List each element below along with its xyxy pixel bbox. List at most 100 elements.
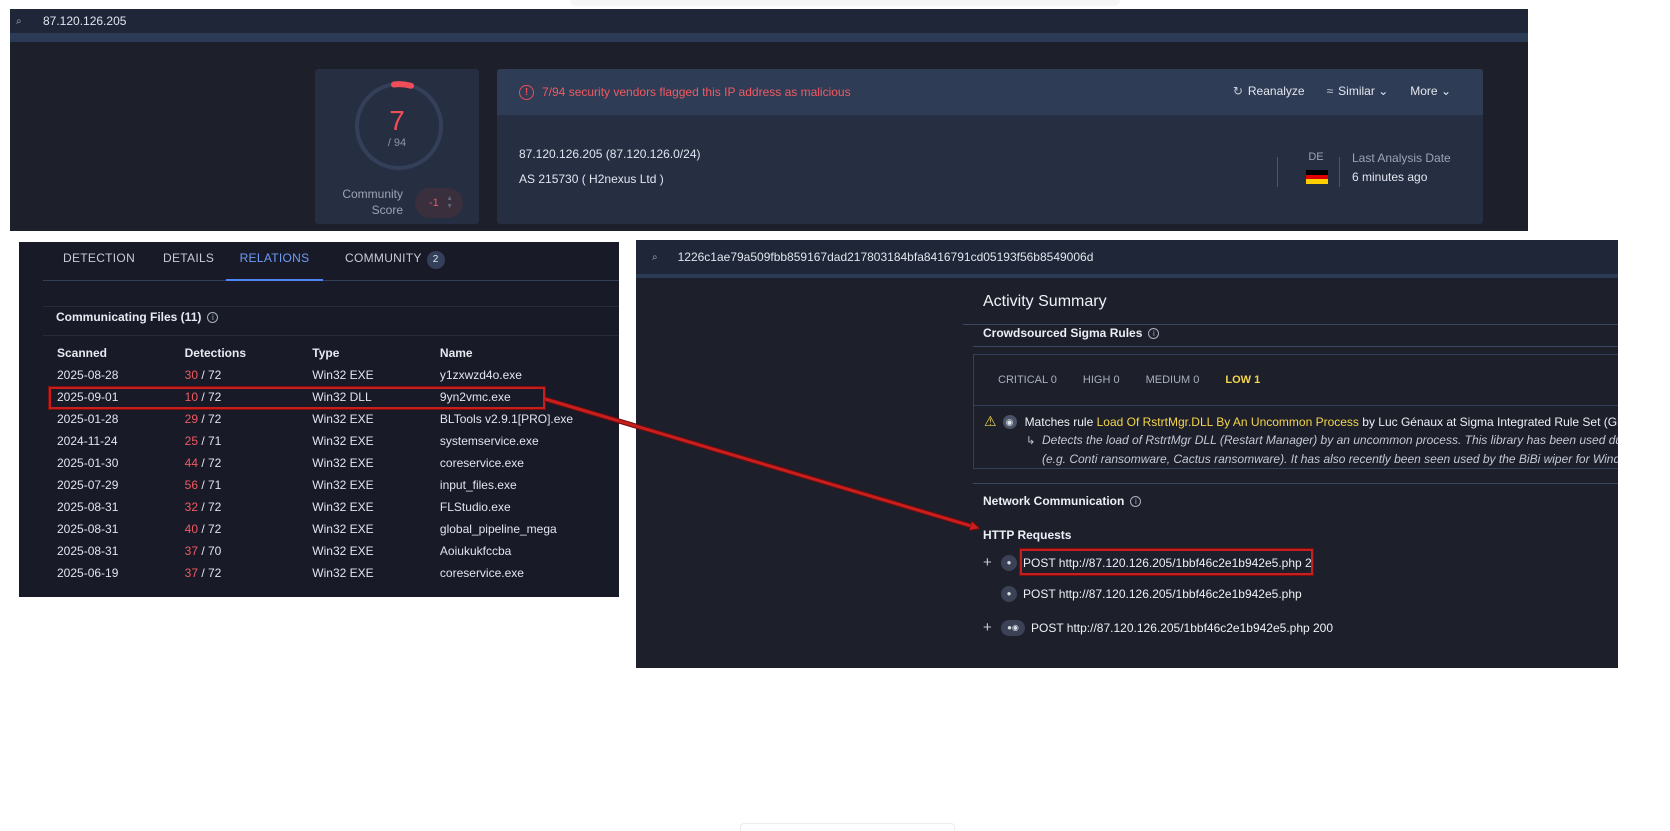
info-icon[interactable]: i (1148, 328, 1160, 339)
community-score-control[interactable]: -1 ▲ ▼ (415, 188, 463, 218)
filter-low[interactable]: LOW 1 (1225, 374, 1260, 386)
file-name-cell[interactable]: input_files.exe (440, 474, 619, 496)
chevron-down-icon: ⌄ (1378, 84, 1389, 98)
expand-icon[interactable]: + (983, 619, 1001, 636)
scanned-date-cell: 2024-11-24 (57, 434, 118, 448)
scanned-date-cell: 2025-08-28 (57, 368, 119, 382)
filter-critical[interactable]: CRITICAL 0 (998, 374, 1057, 386)
table-row[interactable]: 2025-08-28 30 / 72 Win32 EXE y1zxwzd4o.exe (57, 364, 619, 386)
table-row[interactable]: 2025-07-29 56 / 71 Win32 EXE input_files.ex… (57, 474, 619, 496)
detection-count: 56 (184, 478, 198, 492)
table-row[interactable]: 2025-08-31 32 / 72 Win32 EXE FLStudio.exe (57, 496, 619, 518)
type-cell: Win32 EXE (312, 566, 374, 580)
tab-relations[interactable]: RELATIONS (226, 242, 323, 281)
tab-detection[interactable]: DETECTION (63, 242, 135, 281)
file-name-cell[interactable]: coreservice.exe (440, 562, 619, 584)
file-name-cell[interactable]: global_pipeline_mega (440, 518, 619, 540)
file-name-cell[interactable]: coreservice.exe (440, 452, 619, 474)
expand-icon[interactable]: + (983, 554, 1001, 571)
severity-filters: CRITICAL 0 HIGH 0 MEDIUM 0 LOW 1 (998, 374, 1260, 386)
more-button[interactable]: More ⌄ (1410, 84, 1451, 98)
divider (43, 335, 619, 336)
file-name-cell[interactable]: Aoiukukfccba (440, 540, 619, 562)
hash-search-input[interactable]: 1226c1ae79a509fbb859167dad217803184bfa84… (678, 250, 1094, 264)
file-name-cell[interactable]: systemservice.exe (440, 430, 619, 452)
detection-count: 29 (184, 412, 198, 426)
detection-count: 30 (184, 368, 198, 382)
divider (973, 483, 1618, 484)
file-name-cell[interactable]: y1zxwzd4o.exe (440, 364, 619, 386)
reanalyze-button[interactable]: ↻ Reanalyze (1233, 84, 1305, 98)
refresh-icon: ↻ (1232, 84, 1243, 98)
scanned-date-cell: 2025-07-29 (57, 478, 119, 492)
type-cell: Win32 EXE (312, 544, 374, 558)
community-score-value: -1 (429, 197, 439, 209)
detection-total: / 71 (198, 434, 222, 448)
table-row[interactable]: 2025-01-28 29 / 72 Win32 EXE BLTools v2.9.1… (57, 408, 619, 430)
http-request-url: POST http://87.120.126.205/1bbf46c2e1b94… (1023, 587, 1302, 601)
germany-flag-icon (1306, 170, 1328, 184)
http-request-url: POST http://87.120.126.205/1bbf46c2e1b94… (1031, 620, 1334, 635)
table-row[interactable]: 2025-06-19 37 / 72 Win32 EXE coreservice.ex… (57, 562, 619, 584)
rule-description-line-1: Detects the load of RstrtMgr DLL (Restar… (1042, 433, 1618, 447)
table-row[interactable]: 2025-08-31 40 / 72 Win32 EXE global_pipelin… (57, 518, 619, 540)
detection-total: / 72 (198, 566, 222, 580)
detection-total: / 72 (198, 522, 222, 536)
alert-text: 7/94 security vendors flagged this IP ad… (542, 85, 851, 99)
activity-summary-title: Activity Summary (983, 293, 1107, 310)
sigma-rules-title: Crowdsourced Sigma Rules i (983, 326, 1160, 340)
similar-button[interactable]: ≈ Similar ⌄ (1327, 84, 1389, 98)
http-request-row[interactable]: ● POST http://87.120.126.205/1bbf46c2e1b… (983, 586, 1302, 602)
communicating-files-table: Scanned Detections Type Name 2025-08-28 3… (57, 342, 619, 584)
detections-cell: 40 / 72 (185, 518, 313, 540)
alert-icon: ! (519, 84, 534, 100)
process-icon: ● (1001, 586, 1017, 602)
table-row[interactable]: 2025-08-31 37 / 70 Win32 EXE Aoiukukfccba (57, 540, 619, 562)
scanned-date-cell: 2025-08-31 (57, 544, 119, 558)
report-actions: ↻ Reanalyze ≈ Similar ⌄ More ⌄ (1233, 84, 1451, 98)
table-row[interactable]: 2024-11-24 25 / 71 Win32 EXE systemservice.… (57, 430, 619, 452)
eye-icon[interactable]: ◉ (1002, 414, 1017, 429)
info-icon[interactable]: i (207, 312, 219, 323)
filter-medium[interactable]: MEDIUM 0 (1146, 374, 1200, 386)
file-name-cell[interactable]: FLStudio.exe (440, 496, 619, 518)
background-page-edge (570, 0, 1120, 6)
rule-author: by Luc Génaux at Sigma Integrated Rule S… (1362, 414, 1618, 429)
divider (1277, 157, 1278, 187)
divider (973, 346, 1618, 347)
file-name-cell[interactable]: BLTools v2.9.1[PRO].exe (440, 408, 619, 430)
vote-arrows-icon[interactable]: ▲ ▼ (446, 195, 453, 211)
detections-cell: 37 / 72 (185, 562, 313, 584)
search-input[interactable]: 87.120.126.205 (43, 14, 126, 28)
activity-panel: ⌕ 1226c1ae79a509fbb859167dad217803184bfa… (636, 240, 1618, 668)
ip-report-header: ⌕ 87.120.126.205 7 / 94 Community Score … (10, 9, 1528, 231)
hash-search-bar[interactable]: ⌕ 1226c1ae79a509fbb859167dad217803184bfa… (636, 240, 1618, 278)
column-header-type: Type (312, 346, 340, 360)
communicating-files-label: Communicating Files (11) (56, 310, 202, 324)
community-count-badge: 2 (426, 251, 445, 269)
divider (1339, 157, 1340, 187)
scanned-date-cell: 2025-01-28 (57, 412, 119, 426)
warning-icon: ⚠ (984, 413, 997, 429)
scanned-date-cell: 2025-08-31 (57, 500, 119, 514)
filter-high[interactable]: HIGH 0 (1083, 374, 1120, 386)
type-cell: Win32 EXE (312, 412, 374, 426)
type-cell: Win32 EXE (312, 522, 374, 536)
rule-name-link[interactable]: Load Of RstrtMgr.DLL By An Uncommon Proc… (1097, 415, 1359, 429)
reanalyze-label: Reanalyze (1247, 84, 1305, 98)
detections-cell: 37 / 70 (185, 540, 313, 562)
tab-community[interactable]: COMMUNITY 2 (345, 242, 445, 281)
column-header-name: Name (439, 346, 473, 360)
tab-details[interactable]: DETAILS (163, 242, 214, 281)
rule-description-line-2: (e.g. Conti ransomware, Cactus ransomwar… (1042, 452, 1618, 466)
table-row[interactable]: 2025-01-30 44 / 72 Win32 EXE coreservice.ex… (57, 452, 619, 474)
search-icon: ⌕ (16, 15, 22, 27)
http-requests-title: HTTP Requests (983, 528, 1072, 542)
scanned-date-cell: 2025-01-30 (57, 456, 119, 470)
column-header-detections: Detections (184, 346, 246, 360)
search-bar[interactable]: ⌕ 87.120.126.205 (10, 9, 1528, 42)
alert-banner: ! 7/94 security vendors flagged this IP … (497, 69, 1483, 115)
http-request-row[interactable]: + ●◉ POST http://87.120.126.205/1bbf46c2… (983, 619, 1333, 636)
info-icon[interactable]: i (1130, 496, 1142, 507)
chevron-down-icon: ⌄ (1440, 84, 1451, 98)
